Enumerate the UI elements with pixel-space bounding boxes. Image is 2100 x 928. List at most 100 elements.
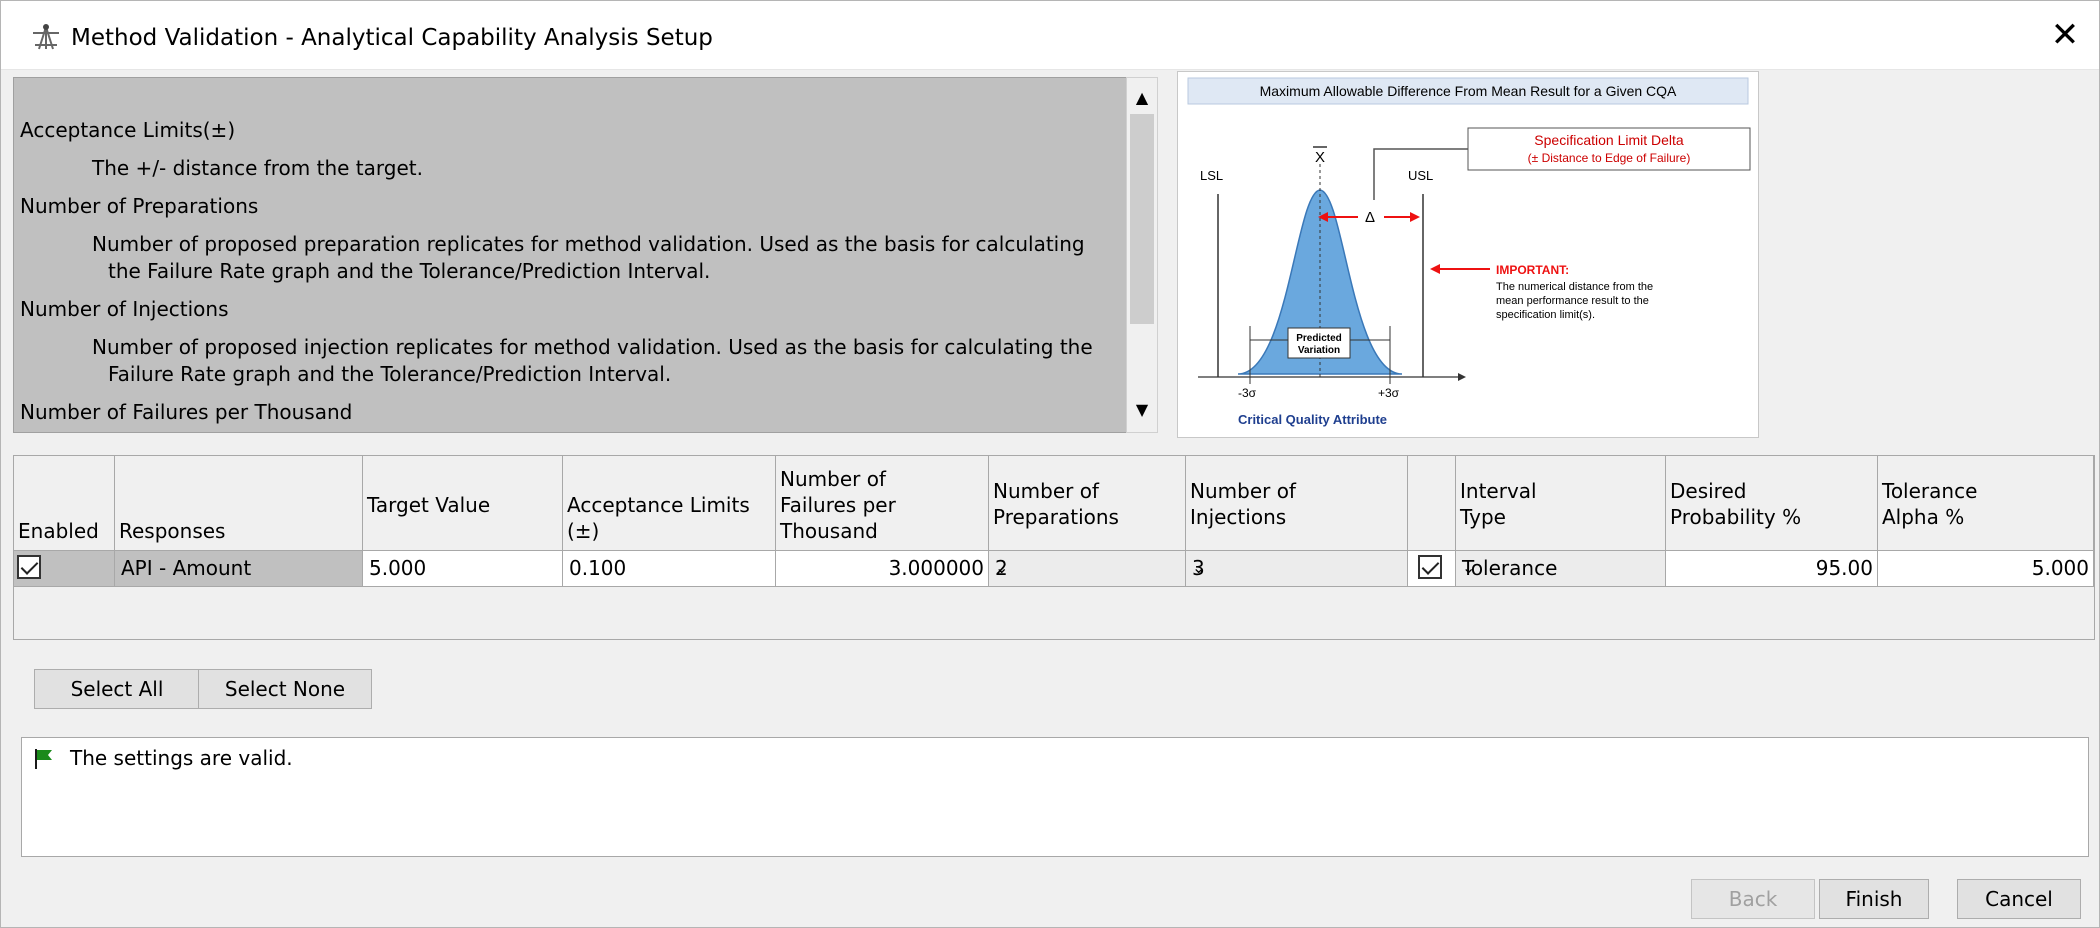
header-line: Injections: [1190, 505, 1287, 529]
status-message: The settings are valid.: [70, 746, 293, 770]
figure-caption: Critical Quality Attribute: [1238, 412, 1387, 427]
scroll-thumb[interactable]: [1130, 114, 1154, 324]
column-header-injections[interactable]: Number of Injections: [1186, 456, 1408, 551]
important-text-2: mean performance result to the: [1496, 295, 1649, 307]
status-box: The settings are valid.: [21, 737, 2089, 857]
close-icon[interactable]: ✕: [2045, 17, 2085, 57]
column-header-target-value[interactable]: Target Value: [363, 456, 563, 551]
important-text-3: specification limit(s).: [1496, 309, 1595, 321]
usl-label: USL: [1408, 168, 1433, 183]
failures-input[interactable]: 3.000000: [776, 551, 989, 587]
header-line: Type: [1460, 505, 1506, 529]
column-header-enabled[interactable]: Enabled: [14, 456, 115, 551]
help-text: Number of proposed preparation replicate…: [92, 232, 1085, 256]
help-heading: Number of Injections: [20, 297, 229, 321]
delta-arrow-right-head: [1410, 212, 1420, 222]
header-line: Number of: [780, 467, 886, 491]
header-line: Interval: [1460, 479, 1537, 503]
header-line: Tolerance: [1882, 479, 1978, 503]
header-line: Probability %: [1670, 505, 1802, 529]
enabled-cell: [14, 551, 115, 587]
plus3-label: +3σ: [1378, 386, 1400, 400]
header-line: Failures per: [780, 493, 896, 517]
important-text-1: The numerical distance from the: [1496, 281, 1653, 293]
interval-type-select[interactable]: Tolerance ⌄: [1456, 551, 1666, 587]
target-value: 5.000: [369, 556, 427, 580]
help-panel: Acceptance Limits(±) The +/- distance fr…: [13, 77, 1127, 433]
x-axis-arrow: [1458, 373, 1466, 381]
help-text: The +/- distance from the target.: [92, 156, 423, 180]
header-line: Number of: [1190, 479, 1296, 503]
column-header-failures-per-thousand[interactable]: Number of Failures per Thousand: [776, 456, 989, 551]
finish-button[interactable]: Finish: [1819, 879, 1929, 919]
select-all-button[interactable]: Select All: [34, 669, 200, 709]
responses-table: Enabled Responses Target Value Acceptanc…: [13, 455, 2095, 640]
help-scrollbar[interactable]: ▲ ▼: [1126, 77, 1158, 433]
header-line: Number of: [993, 479, 1099, 503]
header-line: Alpha %: [1882, 505, 1965, 529]
header-line: (±): [567, 519, 600, 543]
acceptance-limits-input[interactable]: 0.100: [563, 551, 776, 587]
enabled-checkbox[interactable]: [17, 555, 41, 579]
help-text: the Failure Rate graph and the Tolerance…: [108, 259, 711, 283]
dialog-window: Method Validation - Analytical Capabilit…: [0, 0, 2100, 928]
scroll-down-icon[interactable]: ▼: [1127, 396, 1157, 424]
window-title: Method Validation - Analytical Capabilit…: [71, 25, 713, 51]
app-icon: [33, 24, 59, 50]
alpha-value: 5.000: [2031, 556, 2089, 580]
help-text: Number of proposed injection replicates …: [92, 335, 1093, 359]
figure-title: Maximum Allowable Difference From Mean R…: [1260, 83, 1677, 99]
desired-probability-input[interactable]: 95.00: [1666, 551, 1878, 587]
column-header-interval-type[interactable]: Interval Type: [1456, 456, 1666, 551]
header-line: Desired: [1670, 479, 1747, 503]
response-name: API - Amount: [121, 556, 252, 580]
predicted-label: Predicted: [1296, 333, 1342, 344]
target-value-input[interactable]: 5.000: [363, 551, 563, 587]
failures-value: 3.000000: [888, 556, 984, 580]
lsl-label: LSL: [1200, 168, 1223, 183]
help-text: Failure Rate graph and the Tolerance/Pre…: [108, 362, 672, 386]
spec-delta-sub: (± Distance to Edge of Failure): [1528, 151, 1691, 165]
important-arrow-head: [1430, 264, 1440, 274]
cancel-button[interactable]: Cancel: [1957, 879, 2081, 919]
column-header-responses[interactable]: Responses: [115, 456, 363, 551]
title-bar: Method Validation - Analytical Capabilit…: [1, 1, 2099, 70]
header-line: Enabled: [18, 519, 99, 543]
column-header-acceptance-limits[interactable]: Acceptance Limits (±): [563, 456, 776, 551]
preparations-select[interactable]: 2 ⌄: [989, 551, 1186, 587]
interval-enabled-cell: [1408, 551, 1456, 587]
header-line: Acceptance Limits: [567, 493, 750, 517]
tolerance-alpha-input[interactable]: 5.000: [1878, 551, 2094, 587]
delta-label: Δ: [1365, 209, 1375, 226]
probability-value: 95.00: [1815, 556, 1873, 580]
column-header-desired-probability[interactable]: Desired Probability %: [1666, 456, 1878, 551]
response-cell: API - Amount: [115, 551, 363, 587]
scroll-up-icon[interactable]: ▲: [1127, 84, 1157, 112]
injections-select[interactable]: 3 ⌄: [1186, 551, 1408, 587]
header-line: Target Value: [367, 493, 491, 517]
help-heading: Number of Preparations: [20, 194, 259, 218]
chevron-down-icon[interactable]: ⌄: [1192, 551, 1397, 585]
header-line: Preparations: [993, 505, 1119, 529]
chevron-down-icon[interactable]: ⌄: [995, 551, 1175, 585]
column-header-tolerance-alpha[interactable]: Tolerance Alpha %: [1878, 456, 2094, 551]
acceptance-value: 0.100: [569, 556, 627, 580]
flag-icon: [35, 749, 52, 769]
header-line: Thousand: [780, 519, 878, 543]
cqa-diagram: Maximum Allowable Difference From Mean R…: [1187, 77, 1751, 427]
help-heading: Acceptance Limits(±): [20, 118, 236, 142]
spec-delta-label: Specification Limit Delta: [1534, 132, 1684, 148]
select-none-button[interactable]: Select None: [198, 669, 372, 709]
important-label: IMPORTANT:: [1496, 263, 1569, 277]
variation-label: Variation: [1298, 345, 1340, 356]
minus3-label: -3σ: [1238, 386, 1257, 400]
interval-enabled-checkbox[interactable]: [1418, 555, 1442, 579]
column-header-interval-enabled[interactable]: [1408, 456, 1456, 551]
column-header-preparations[interactable]: Number of Preparations: [989, 456, 1186, 551]
xbar-label: X: [1315, 149, 1325, 166]
chevron-down-icon[interactable]: ⌄: [1462, 551, 1655, 585]
header-line: Responses: [119, 519, 226, 543]
cqa-figure: Maximum Allowable Difference From Mean R…: [1177, 71, 1759, 438]
help-heading: Number of Failures per Thousand: [20, 400, 353, 424]
back-button[interactable]: Back: [1691, 879, 1815, 919]
